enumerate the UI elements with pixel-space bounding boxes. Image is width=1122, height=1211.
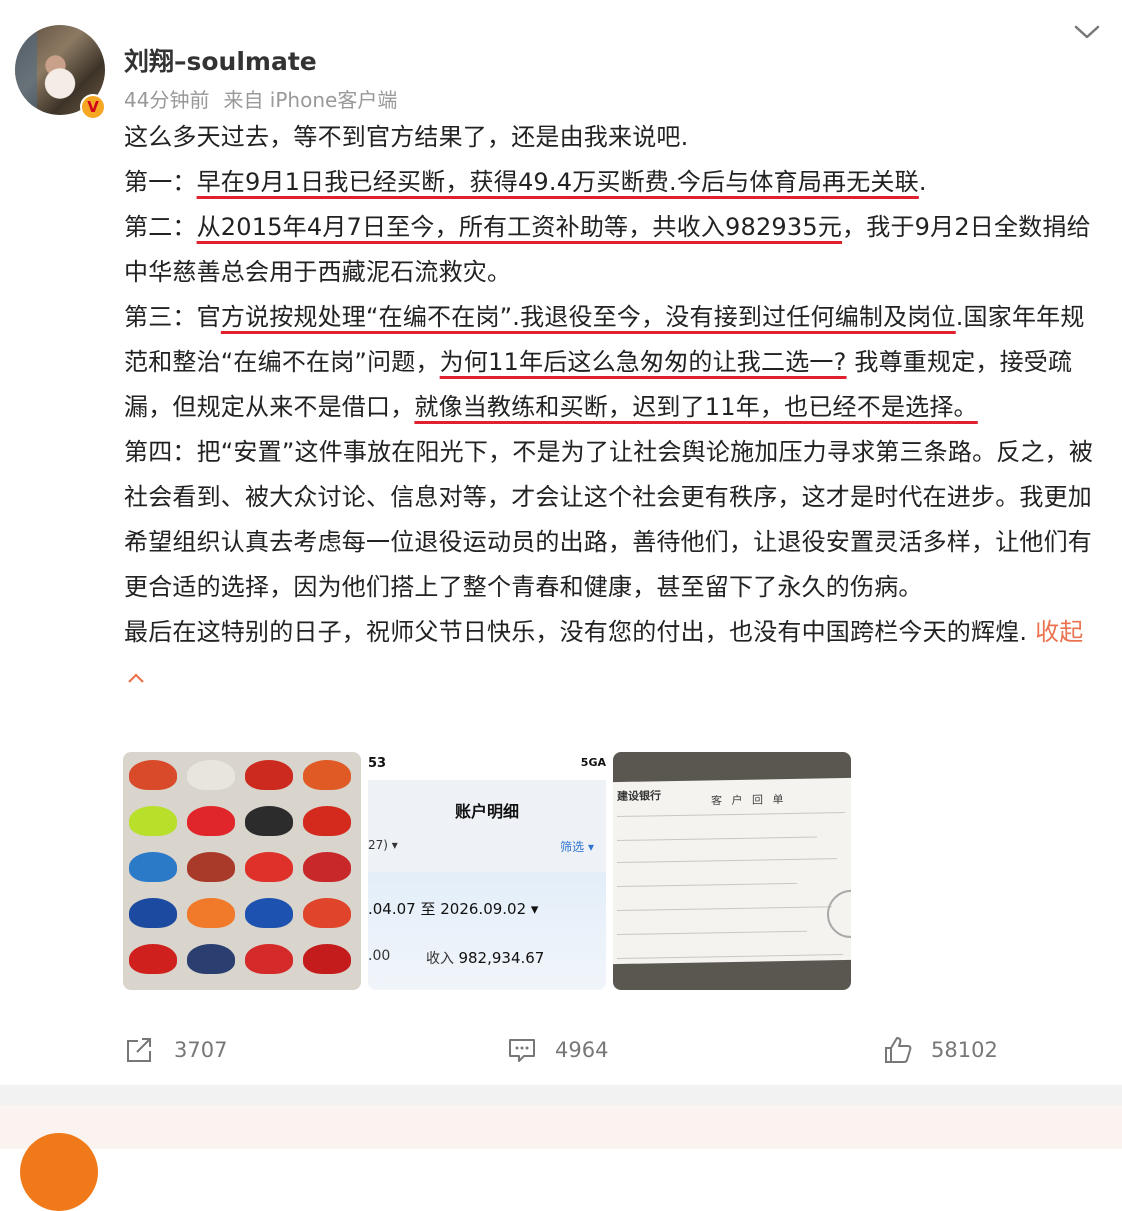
statement-expense: .00 — [368, 948, 391, 964]
image-account-statement[interactable]: 53 5GA 账户明细 27) ▾ 筛选 ▾ .04.07 至 2026.09.… — [368, 752, 606, 990]
username[interactable]: 刘翔–soulmate — [124, 42, 317, 78]
share-icon — [127, 1038, 151, 1062]
post-paragraph: 第二：从2015年4月7日至今，所有工资补助等，共收入982935元，我于9月2… — [124, 205, 1104, 295]
highlighted-text: 从2015年4月7日至今，所有工资补助等，共收入982935元 — [196, 213, 843, 241]
shoe — [245, 806, 293, 836]
receipt-stamp — [827, 889, 851, 939]
statement-range: .04.07 至 2026.09.02 ▾ — [368, 900, 539, 918]
shoe — [129, 898, 177, 928]
status-time: 53 — [368, 756, 387, 771]
shoe — [187, 806, 235, 836]
post-text: 第三：官 — [124, 303, 221, 331]
post-meta: 44分钟前 来自 iPhone客户端 — [124, 84, 397, 113]
post-text: 第二： — [124, 213, 197, 241]
chevron-down-icon[interactable] — [1072, 20, 1102, 44]
post-content: 这么多天过去，等不到官方结果了，还是由我来说吧. 第一：早在9月1日我已经买断，获… — [124, 115, 1104, 700]
shoe — [129, 760, 177, 790]
signal-indicator: 5GA — [580, 756, 606, 769]
shoe — [187, 944, 235, 974]
post-source: 来自 iPhone客户端 — [223, 88, 398, 112]
post-paragraph: 最后在这特别的日子，祝师父节日快乐，没有您的付出，也没有中国跨栏今天的辉煌. 收… — [124, 610, 1104, 700]
post-time: 44分钟前 — [124, 88, 210, 112]
comment-button[interactable]: 4964 — [507, 1030, 608, 1070]
comment-icon — [509, 1039, 535, 1062]
image-shoes[interactable] — [123, 752, 361, 990]
highlighted-text: 就像当教练和买断，迟到了11年，也已经不是选择。 — [414, 393, 978, 421]
verified-badge-icon: V — [80, 94, 106, 120]
receipt-bank: 建设银行 — [617, 789, 661, 804]
post-paragraph: 第三：官方说按规处理“在编不在岗”.我退役至今，没有接到过任何编制及岗位.国家年… — [124, 295, 1104, 430]
shoe — [303, 898, 351, 928]
statement-title: 账户明细 — [454, 802, 519, 821]
post-text: 第四：把“安置”这件事放在阳光下，不是为了让社会舆论施加压力寻求第三条路。反之，… — [124, 438, 1094, 601]
comment-count: 4964 — [555, 1038, 609, 1062]
chevron-up-icon — [124, 663, 145, 691]
shoe — [187, 852, 235, 882]
status-bar: 53 5GA — [368, 752, 606, 780]
income-label: 收入 — [426, 951, 454, 967]
like-button[interactable]: 58102 — [883, 1030, 998, 1070]
action-bar: 3707 4964 58102 — [0, 1030, 1122, 1074]
thumbs-up-icon — [885, 1037, 912, 1063]
share-count: 3707 — [174, 1038, 228, 1062]
highlighted-text: 为何11年后这么急匆匆的让我二选一? — [439, 348, 847, 376]
receipt-title: 客 户 回 单 — [711, 793, 787, 808]
next-post-avatar[interactable] — [20, 1133, 98, 1211]
statement-account: 27) ▾ — [368, 838, 398, 852]
receipt-paper: 建设银行 客 户 回 单 — [613, 777, 851, 965]
image-bank-receipt[interactable]: 建设银行 客 户 回 单 — [613, 752, 851, 990]
share-button[interactable]: 3707 — [124, 1030, 227, 1070]
shoe — [245, 898, 293, 928]
post-text: . — [918, 168, 927, 196]
shoe — [303, 760, 351, 790]
shoe — [129, 944, 177, 974]
post-text: 第一： — [124, 168, 197, 196]
weibo-post: V 刘翔–soulmate 44分钟前 来自 iPhone客户端 这么多天过去，等… — [0, 0, 1122, 1085]
post-paragraph: 这么多天过去，等不到官方结果了，还是由我来说吧. — [124, 115, 1104, 160]
shoe — [187, 760, 235, 790]
statement-filter: 筛选 ▾ — [560, 840, 594, 854]
post-paragraph: 第四：把“安置”这件事放在阳光下，不是为了让社会舆论施加压力寻求第三条路。反之，… — [124, 430, 1104, 610]
like-count: 58102 — [931, 1038, 998, 1062]
highlighted-text: 方说按规处理“在编不在岗”.我退役至今，没有接到过任何编制及岗位 — [220, 303, 956, 331]
statement-band — [368, 872, 606, 990]
statement-income: 收入 982,934.67 — [426, 948, 544, 968]
shoe — [303, 852, 351, 882]
shoe — [129, 852, 177, 882]
income-value: 982,934.67 — [458, 949, 545, 967]
feed-divider — [0, 1085, 1122, 1105]
shoe — [187, 898, 235, 928]
shoe — [303, 806, 351, 836]
shoe — [303, 944, 351, 974]
post-paragraph: 第一：早在9月1日我已经买断，获得49.4万买断费.今后与体育局再无关联. — [124, 160, 1104, 205]
shoe — [245, 944, 293, 974]
post-text: 最后在这特别的日子，祝师父节日快乐，没有您的付出，也没有中国跨栏今天的辉煌. — [124, 618, 1036, 646]
highlighted-text: 早在9月1日我已经买断，获得49.4万买断费.今后与体育局再无关联 — [196, 168, 919, 196]
shoe — [245, 852, 293, 882]
post-text: 这么多天过去，等不到官方结果了，还是由我来说吧. — [124, 123, 689, 151]
next-post-card — [0, 1105, 1122, 1149]
shoe — [245, 760, 293, 790]
shoe — [129, 806, 177, 836]
